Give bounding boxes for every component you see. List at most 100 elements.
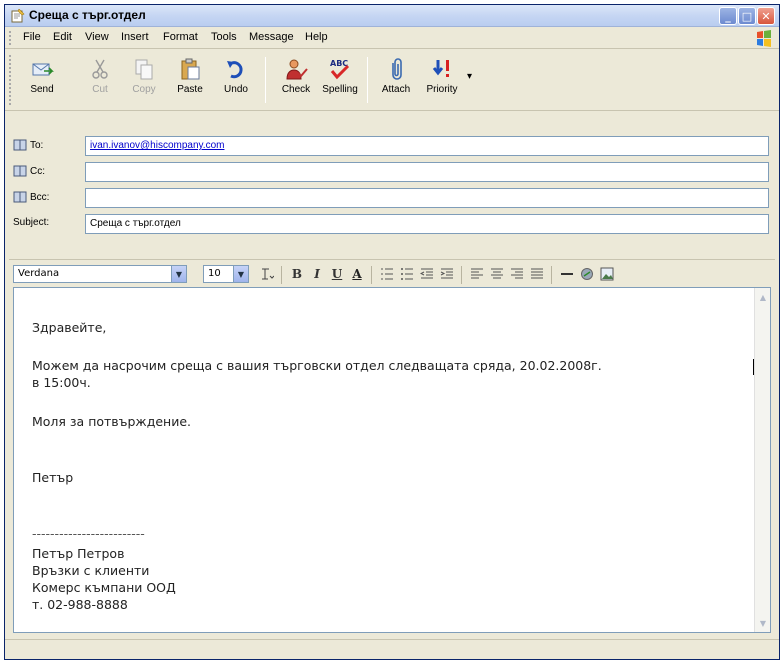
menu-grip[interactable] (9, 31, 12, 45)
menu-help[interactable]: Help (305, 31, 328, 43)
signature-divider: ------------------------- (32, 526, 145, 541)
menu-file[interactable]: File (23, 31, 41, 43)
subject-label: Subject: (13, 217, 50, 228)
body-paragraph-line1: Можем да насрочим среща с вашия търговск… (32, 358, 602, 373)
to-field[interactable]: ivan.ivanov@hiscompany.com (85, 136, 769, 156)
title-bar[interactable]: Среща с търг.отдел _ □ ✕ (5, 5, 779, 27)
underline-button[interactable]: U (329, 266, 345, 282)
undo-label: Undo (224, 84, 248, 95)
bold-button[interactable]: B (289, 266, 305, 282)
hyperlink-icon[interactable] (579, 266, 595, 282)
align-left-icon[interactable] (469, 266, 485, 282)
toolbar-separator (265, 57, 266, 103)
bullet-list-icon[interactable] (399, 266, 415, 282)
windows-logo-icon (757, 30, 771, 47)
formatting-toolbar: Verdana ▼ 10 ▼ B I U A (9, 259, 775, 287)
toolbar-separator (367, 57, 368, 103)
send-label: Send (30, 84, 54, 95)
menu-format[interactable]: Format (163, 31, 198, 43)
body-scrollbar[interactable]: ▲ ▼ (754, 288, 770, 632)
cc-row: Cc: (5, 161, 779, 183)
paperclip-icon (392, 58, 402, 80)
menu-view[interactable]: View (85, 31, 109, 43)
menu-tools[interactable]: Tools (211, 31, 237, 43)
toolbar-grip[interactable] (9, 55, 12, 105)
check-names-icon (286, 59, 308, 80)
chevron-down-icon[interactable]: ▼ (233, 266, 248, 282)
bcc-label: Bcc: (30, 191, 50, 203)
bcc-label-button[interactable]: Bcc: (13, 191, 49, 203)
cut-label: Cut (92, 84, 108, 95)
font-color-button[interactable]: A (349, 266, 365, 282)
cut-button[interactable]: Cut (77, 55, 123, 107)
format-separator (461, 266, 462, 284)
to-label: To: (30, 139, 44, 151)
undo-button[interactable]: Undo (213, 55, 259, 107)
insert-picture-icon[interactable] (599, 266, 615, 282)
copy-label: Copy (132, 84, 156, 95)
bcc-row: Bcc: (5, 187, 779, 209)
maximize-button[interactable]: □ (738, 7, 756, 25)
justify-icon[interactable] (529, 266, 545, 282)
paste-label: Paste (177, 84, 203, 95)
cc-label-button[interactable]: Cc: (13, 165, 45, 177)
priority-button[interactable]: Priority (419, 55, 465, 107)
copy-button[interactable]: Copy (121, 55, 167, 107)
body-greeting: Здравейте, (32, 320, 107, 335)
menu-message[interactable]: Message (249, 31, 294, 43)
subject-row: Subject: Среща с търг.отдел (5, 213, 779, 235)
send-icon (32, 63, 54, 76)
menu-edit[interactable]: Edit (53, 31, 72, 43)
to-row: To: ivan.ivanov@hiscompany.com (5, 135, 779, 157)
minimize-button[interactable]: _ (719, 7, 737, 25)
compose-window: Среща с търг.отдел _ □ ✕ File Edit View … (4, 4, 780, 660)
address-book-icon (13, 191, 27, 203)
cc-label: Cc: (30, 165, 45, 177)
decrease-indent-icon[interactable] (419, 266, 435, 282)
menu-insert[interactable]: Insert (121, 31, 149, 43)
menu-bar: File Edit View Insert Format Tools Messa… (5, 27, 779, 49)
spelling-button[interactable]: ABC Spelling (317, 55, 363, 107)
horizontal-line-icon[interactable] (559, 266, 575, 282)
paste-icon (181, 58, 200, 80)
italic-button[interactable]: I (309, 266, 325, 282)
new-message-icon (11, 9, 25, 23)
align-center-icon[interactable] (489, 266, 505, 282)
font-name-select[interactable]: Verdana ▼ (13, 265, 187, 283)
font-size-select[interactable]: 10 ▼ (203, 265, 249, 283)
copy-icon (135, 59, 153, 80)
subject-field[interactable]: Среща с търг.отдел (85, 214, 769, 234)
main-toolbar: Send Cut Copy Paste Undo Check ABC Spell… (5, 49, 779, 111)
send-button[interactable]: Send (19, 55, 65, 107)
priority-dropdown-icon[interactable]: ▾ (467, 71, 472, 82)
body-sender-name: Петър (32, 470, 74, 485)
font-size-value: 10 (208, 268, 221, 279)
spelling-label: Spelling (322, 84, 358, 95)
increase-indent-icon[interactable] (439, 266, 455, 282)
cc-field[interactable] (85, 162, 769, 182)
scissors-icon (92, 59, 108, 79)
chevron-down-icon[interactable]: ▼ (171, 266, 186, 282)
to-label-button[interactable]: To: (13, 139, 43, 151)
format-separator (281, 266, 282, 284)
priority-icon (432, 60, 449, 77)
window-title: Среща с търг.отдел (29, 8, 146, 22)
attach-button[interactable]: Attach (373, 55, 419, 107)
maximize-icon: □ (741, 9, 753, 23)
numbered-list-icon[interactable] (379, 266, 395, 282)
body-paragraph-line2: в 15:00ч. (32, 375, 91, 390)
check-button[interactable]: Check (273, 55, 319, 107)
scroll-down-icon[interactable]: ▼ (756, 616, 770, 630)
undo-icon (227, 61, 243, 79)
signature-phone: т. 02-988-8888 (32, 597, 128, 612)
bcc-field[interactable] (85, 188, 769, 208)
message-body-editor[interactable]: Здравейте, Можем да насрочим среща с ваш… (13, 287, 771, 633)
paste-button[interactable]: Paste (167, 55, 213, 107)
close-icon: ✕ (761, 9, 771, 23)
close-button[interactable]: ✕ (757, 7, 775, 25)
status-bar (5, 639, 779, 659)
font-name-value: Verdana (18, 268, 60, 279)
align-right-icon[interactable] (509, 266, 525, 282)
scroll-up-icon[interactable]: ▲ (756, 290, 770, 304)
paragraph-style-icon[interactable] (259, 266, 275, 282)
